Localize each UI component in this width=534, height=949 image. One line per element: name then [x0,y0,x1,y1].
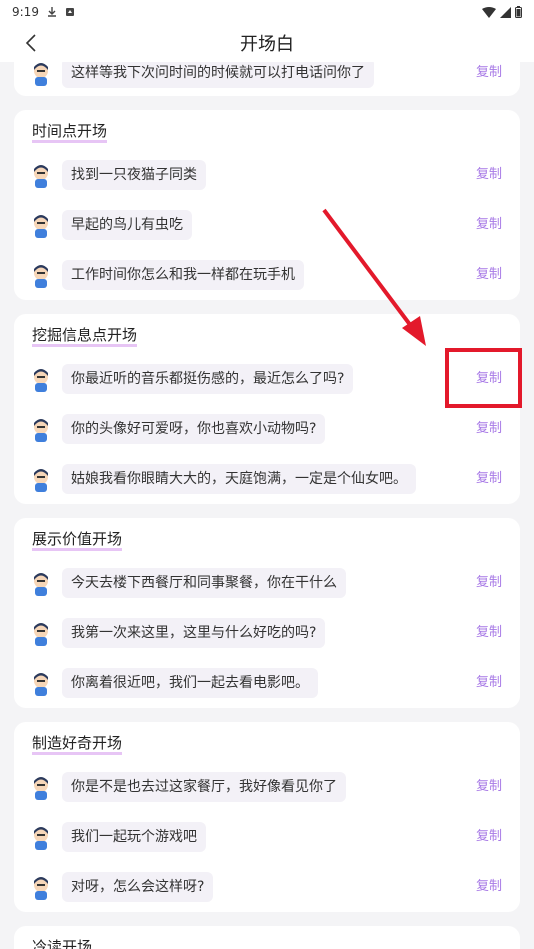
avatar-icon [34,673,48,696]
message-text: 你离着很近吧，我们一起去看电影吧。 [62,668,318,698]
avatar-icon [34,215,48,238]
page-title: 开场白 [240,34,294,55]
section-title: 制造好奇开场 [32,732,123,755]
section-card-info: 挖掘信息点开场 你最近听的音乐都挺伤感的，最近怎么了吗? 复制 你的头像好可爱呀… [14,314,520,504]
battery-icon [515,6,522,18]
copy-button[interactable]: 复制 [476,260,502,290]
copy-button[interactable]: 复制 [476,464,502,494]
list-item: 找到一只夜猫子同类 复制 [14,160,520,200]
avatar-icon [34,827,48,850]
avatar-icon [34,369,48,392]
app-header: 开场白 [0,24,534,62]
avatar-icon [34,165,48,188]
signal-icon [500,6,511,18]
copy-button[interactable]: 复制 [476,160,502,190]
list-item: 你的头像好可爱呀，你也喜欢小动物吗? 复制 [14,414,520,454]
wifi-icon [482,6,496,18]
chevron-left-icon [25,34,36,52]
copy-button[interactable]: 复制 [476,668,502,698]
message-text: 对呀，怎么会这样呀? [62,872,214,902]
notification-icon [65,8,74,16]
copy-button[interactable]: 复制 [476,772,502,802]
section-card-curiosity: 制造好奇开场 你是不是也去过这家餐厅，我好像看见你了 复制 我们一起玩个游戏吧 … [14,722,520,912]
avatar-icon [34,469,48,492]
list-item: 对呀，怎么会这样呀? 复制 [14,872,520,912]
list-item: 姑娘我看你眼睛大大的，天庭饱满，一定是个仙女吧。 复制 [14,464,520,504]
copy-button[interactable]: 复制 [476,568,502,598]
copy-button[interactable]: 复制 [476,822,502,852]
section-card-value: 展示价值开场 今天去楼下西餐厅和同事聚餐，你在干什么 复制 我第一次来这里，这里… [14,518,520,708]
copy-button[interactable]: 复制 [476,414,502,444]
message-text: 今天去楼下西餐厅和同事聚餐，你在干什么 [62,568,346,598]
message-text: 工作时间你怎么和我一样都在玩手机 [62,260,304,290]
avatar-icon [34,265,48,288]
message-text: 我们一起玩个游戏吧 [62,822,206,852]
list-item: 这样等我下次问时间的时候就可以打电话问你了 复制 [14,62,520,98]
section-card-coldread: 冷读开场 [14,926,520,949]
back-button[interactable] [18,30,44,56]
avatar-icon [34,419,48,442]
message-text: 你是不是也去过这家餐厅，我好像看见你了 [62,772,346,802]
list-item: 你离着很近吧，我们一起去看电影吧。 复制 [14,668,520,708]
list-item: 我第一次来这里，这里与什么好吃的吗? 复制 [14,618,520,658]
content-list[interactable]: 这样等我下次问时间的时候就可以打电话问你了 复制 时间点开场 找到一只夜猫子同类… [0,62,534,949]
avatar-icon [34,623,48,646]
section-title: 展示价值开场 [32,528,123,551]
message-text: 这样等我下次问时间的时候就可以打电话问你了 [62,62,374,88]
highlight-box [445,348,522,408]
list-item: 你是不是也去过这家餐厅，我好像看见你了 复制 [14,772,520,812]
message-text: 早起的鸟儿有虫吃 [62,210,192,240]
section-title: 冷读开场 [32,936,93,949]
avatar-icon [34,63,48,86]
section-title: 时间点开场 [32,120,108,143]
message-text: 你的头像好可爱呀，你也喜欢小动物吗? [62,414,326,444]
message-text: 姑娘我看你眼睛大大的，天庭饱满，一定是个仙女吧。 [62,464,416,494]
status-time: 9:19 [12,5,39,19]
copy-button[interactable]: 复制 [476,62,502,88]
copy-button[interactable]: 复制 [476,618,502,648]
download-icon [47,7,56,17]
section-title: 挖掘信息点开场 [32,324,138,347]
section-card-partial: 这样等我下次问时间的时候就可以打电话问你了 复制 [14,62,520,96]
avatar-icon [34,573,48,596]
red-arrow-icon [322,208,426,346]
message-text: 找到一只夜猫子同类 [62,160,206,190]
avatar-icon [34,777,48,800]
copy-button[interactable]: 复制 [476,210,502,240]
copy-button[interactable]: 复制 [476,872,502,902]
avatar-icon [34,877,48,900]
message-text: 你最近听的音乐都挺伤感的，最近怎么了吗? [62,364,354,394]
status-bar: 9:19 [0,0,534,24]
list-item: 我们一起玩个游戏吧 复制 [14,822,520,862]
section-card-time: 时间点开场 找到一只夜猫子同类 复制 早起的鸟儿有虫吃 复制 工作时间你怎么和我… [14,110,520,300]
list-item: 工作时间你怎么和我一样都在玩手机 复制 [14,260,520,300]
list-item: 早起的鸟儿有虫吃 复制 [14,210,520,250]
list-item: 今天去楼下西餐厅和同事聚餐，你在干什么 复制 [14,568,520,608]
message-text: 我第一次来这里，这里与什么好吃的吗? [62,618,326,648]
